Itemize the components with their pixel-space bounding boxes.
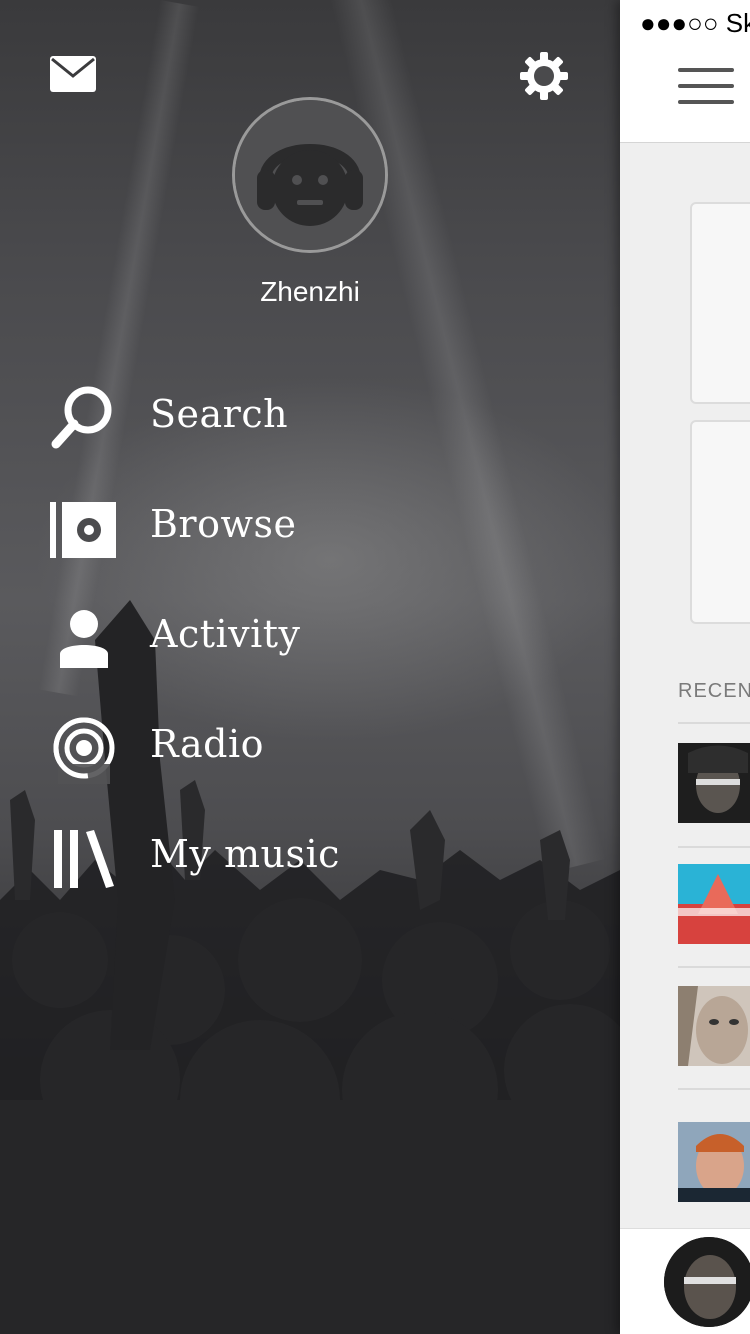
radio-icon bbox=[53, 717, 115, 784]
browse-icon bbox=[50, 502, 116, 558]
menu-item-search[interactable]: Search bbox=[40, 376, 460, 456]
album-thumbnail[interactable] bbox=[678, 864, 750, 944]
main-content-panel: ●●●○○ Sk RECENT bbox=[620, 0, 750, 1334]
album-thumbnail[interactable] bbox=[678, 986, 750, 1066]
menu-item-my-music[interactable]: My music bbox=[40, 816, 460, 896]
nav-bar bbox=[620, 46, 750, 143]
menu-label: Activity bbox=[150, 612, 301, 656]
hamburger-icon[interactable] bbox=[678, 68, 734, 112]
username: Zhenzhi bbox=[260, 276, 360, 307]
avatar[interactable] bbox=[232, 97, 388, 253]
library-icon bbox=[54, 830, 114, 888]
divider bbox=[678, 966, 750, 968]
divider bbox=[678, 722, 750, 724]
content-card[interactable] bbox=[690, 202, 750, 404]
divider bbox=[678, 1088, 750, 1090]
section-title-recent: RECENT bbox=[678, 680, 750, 702]
headphone-face-icon bbox=[235, 100, 385, 250]
person-icon bbox=[60, 610, 108, 668]
menu-label: Search bbox=[150, 392, 289, 436]
side-drawer: Zhenzhi Search Browse Activity Radio My … bbox=[0, 0, 620, 1334]
content-card[interactable] bbox=[690, 420, 750, 624]
now-playing-bar[interactable] bbox=[620, 1228, 750, 1334]
album-thumbnail[interactable] bbox=[678, 1122, 750, 1202]
status-bar-text: ●●●○○ Sk bbox=[640, 8, 750, 38]
gear-icon[interactable] bbox=[518, 50, 570, 102]
menu-label: My music bbox=[150, 832, 340, 876]
search-icon bbox=[51, 386, 112, 449]
album-thumbnail[interactable] bbox=[678, 743, 750, 823]
now-playing-artwork[interactable] bbox=[664, 1237, 750, 1327]
menu-label: Radio bbox=[150, 722, 264, 766]
divider bbox=[678, 846, 750, 848]
menu-item-browse[interactable]: Browse bbox=[40, 486, 460, 566]
menu-item-activity[interactable]: Activity bbox=[40, 596, 460, 676]
status-bar: ●●●○○ Sk bbox=[620, 0, 750, 46]
menu-item-radio[interactable]: Radio bbox=[40, 706, 460, 786]
mail-icon[interactable] bbox=[50, 56, 96, 92]
menu-label: Browse bbox=[150, 502, 297, 546]
